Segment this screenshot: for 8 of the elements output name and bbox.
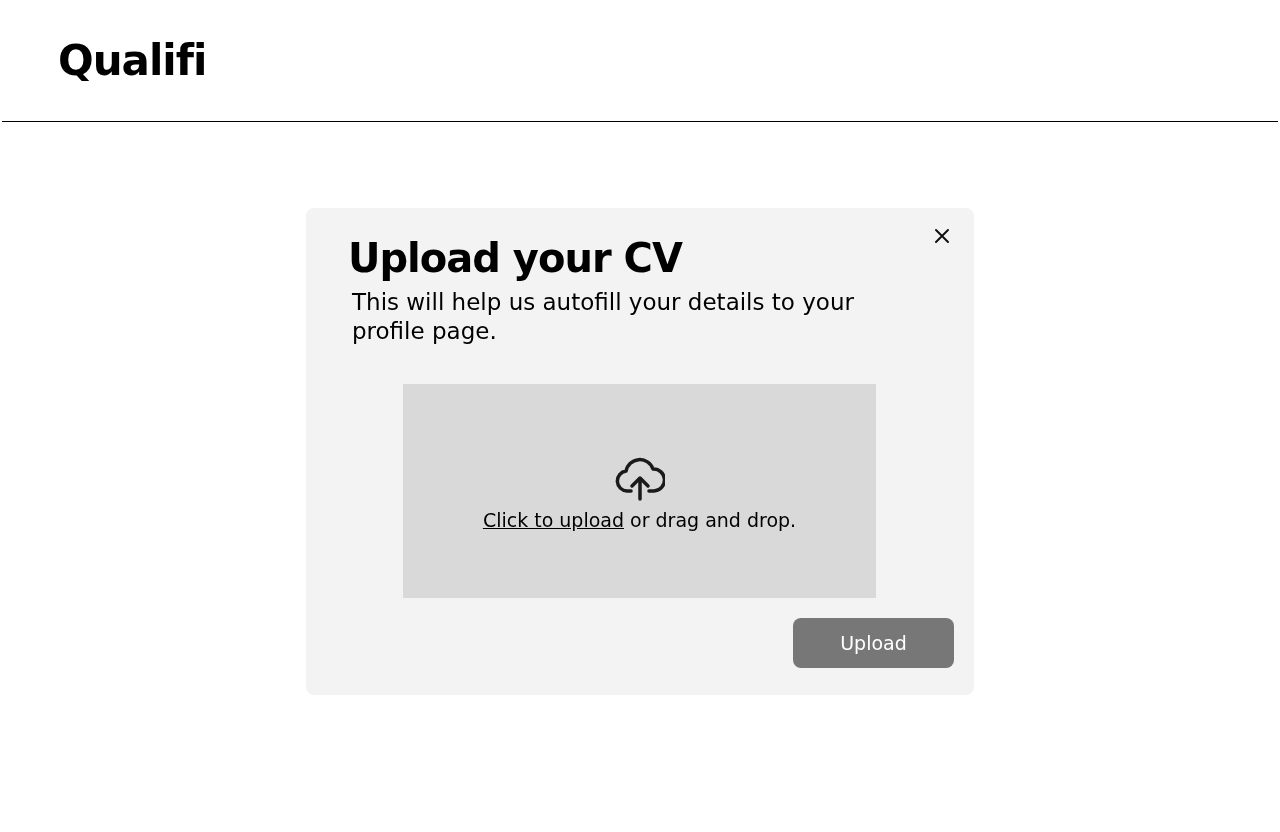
logo: Qualifi [58, 36, 207, 85]
upload-instructions: Click to upload or drag and drop. [482, 509, 797, 531]
close-icon[interactable] [934, 228, 950, 244]
drop-zone[interactable]: Click to upload or drag and drop. [403, 384, 876, 598]
upload-link[interactable]: Click to upload [482, 509, 624, 531]
dialog-title: Upload your CV [348, 236, 682, 280]
dialog-description: This will help us autofill your details to your profile page. [352, 288, 855, 346]
upload-cloud-icon [614, 457, 665, 501]
